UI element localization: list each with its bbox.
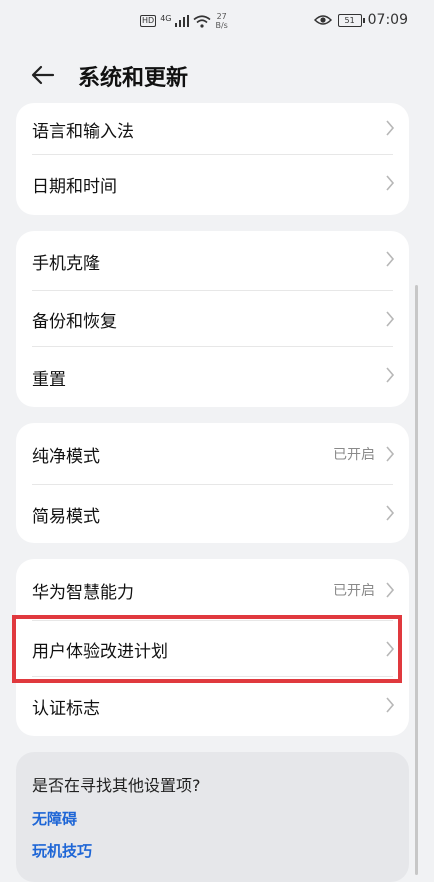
settings-item-label: 认证标志 — [32, 699, 100, 719]
settings-item-certification-logos[interactable]: 认证标志 — [16, 677, 409, 736]
settings-group-modes: 纯净模式 已开启 简易模式 — [16, 423, 409, 543]
settings-item-label: 备份和恢复 — [32, 311, 117, 332]
back-button[interactable] — [28, 60, 58, 90]
chevron-right-icon — [386, 311, 395, 327]
settings-item-phone-clone[interactable]: 手机克隆 — [16, 231, 409, 291]
settings-group-language-date: 语言和输入法 日期和时间 — [16, 103, 409, 215]
status-bar-left: HD 4G 27 B/s — [140, 12, 228, 30]
settings-item-simple-mode[interactable]: 简易模式 — [16, 485, 409, 543]
settings-item-date-time[interactable]: 日期和时间 — [16, 155, 409, 213]
chevron-right-icon — [386, 367, 395, 383]
settings-item-backup-restore[interactable]: 备份和恢复 — [16, 291, 409, 347]
network-speed-value: 27 — [216, 12, 227, 21]
chevron-right-icon — [386, 697, 395, 713]
chevron-right-icon — [386, 251, 395, 267]
network-type-label: 4G — [160, 13, 172, 23]
battery-level: 51 — [344, 15, 355, 25]
status-value: 已开启 — [333, 447, 375, 463]
settings-item-huawei-smart[interactable]: 华为智慧能力 已开启 — [16, 559, 409, 621]
chevron-right-icon — [386, 446, 395, 462]
chevron-right-icon — [386, 505, 395, 521]
other-settings-suggestions: 是否在寻找其他设置项? 无障碍 玩机技巧 — [16, 752, 409, 882]
network-speed: 27 B/s — [215, 12, 227, 30]
page-title: 系统和更新 — [78, 66, 189, 91]
hd-icon: HD — [140, 15, 157, 27]
settings-group-clone-backup-reset: 手机克隆 备份和恢复 重置 — [16, 231, 409, 407]
settings-item-label: 语言和输入法 — [32, 121, 134, 142]
link-accessibility[interactable]: 无障碍 — [32, 808, 77, 829]
settings-item-label: 简易模式 — [32, 506, 100, 527]
clock: 07:09 — [367, 12, 408, 28]
settings-item-label: 日期和时间 — [32, 176, 117, 197]
battery-icon: 51 — [337, 13, 365, 27]
wifi-icon — [193, 14, 211, 28]
status-bar-right: 51 07:09 — [313, 12, 408, 28]
highlight-box — [12, 615, 402, 683]
settings-item-label: 纯净模式 — [32, 446, 100, 467]
network-speed-unit: B/s — [215, 21, 228, 30]
back-arrow-icon — [31, 65, 55, 85]
eye-comfort-icon — [313, 15, 332, 25]
chevron-right-icon — [386, 582, 395, 598]
header: 系统和更新 — [0, 52, 434, 98]
settings-item-label: 华为智慧能力 — [32, 582, 134, 603]
settings-item-reset[interactable]: 重置 — [16, 347, 409, 407]
settings-item-label: 手机克隆 — [32, 253, 100, 274]
chevron-right-icon — [386, 120, 395, 136]
status-value: 已开启 — [333, 583, 375, 599]
scrollbar[interactable] — [415, 285, 418, 875]
signal-icon — [175, 15, 190, 27]
settings-item-language-input[interactable]: 语言和输入法 — [16, 103, 409, 155]
settings-item-pure-mode[interactable]: 纯净模式 已开启 — [16, 423, 409, 485]
settings-item-label: 重置 — [32, 369, 66, 390]
link-tips[interactable]: 玩机技巧 — [32, 840, 92, 861]
suggestions-title: 是否在寻找其他设置项? — [32, 776, 201, 795]
status-bar: HD 4G 27 B/s 51 07:09 — [0, 0, 434, 44]
chevron-right-icon — [386, 175, 395, 191]
